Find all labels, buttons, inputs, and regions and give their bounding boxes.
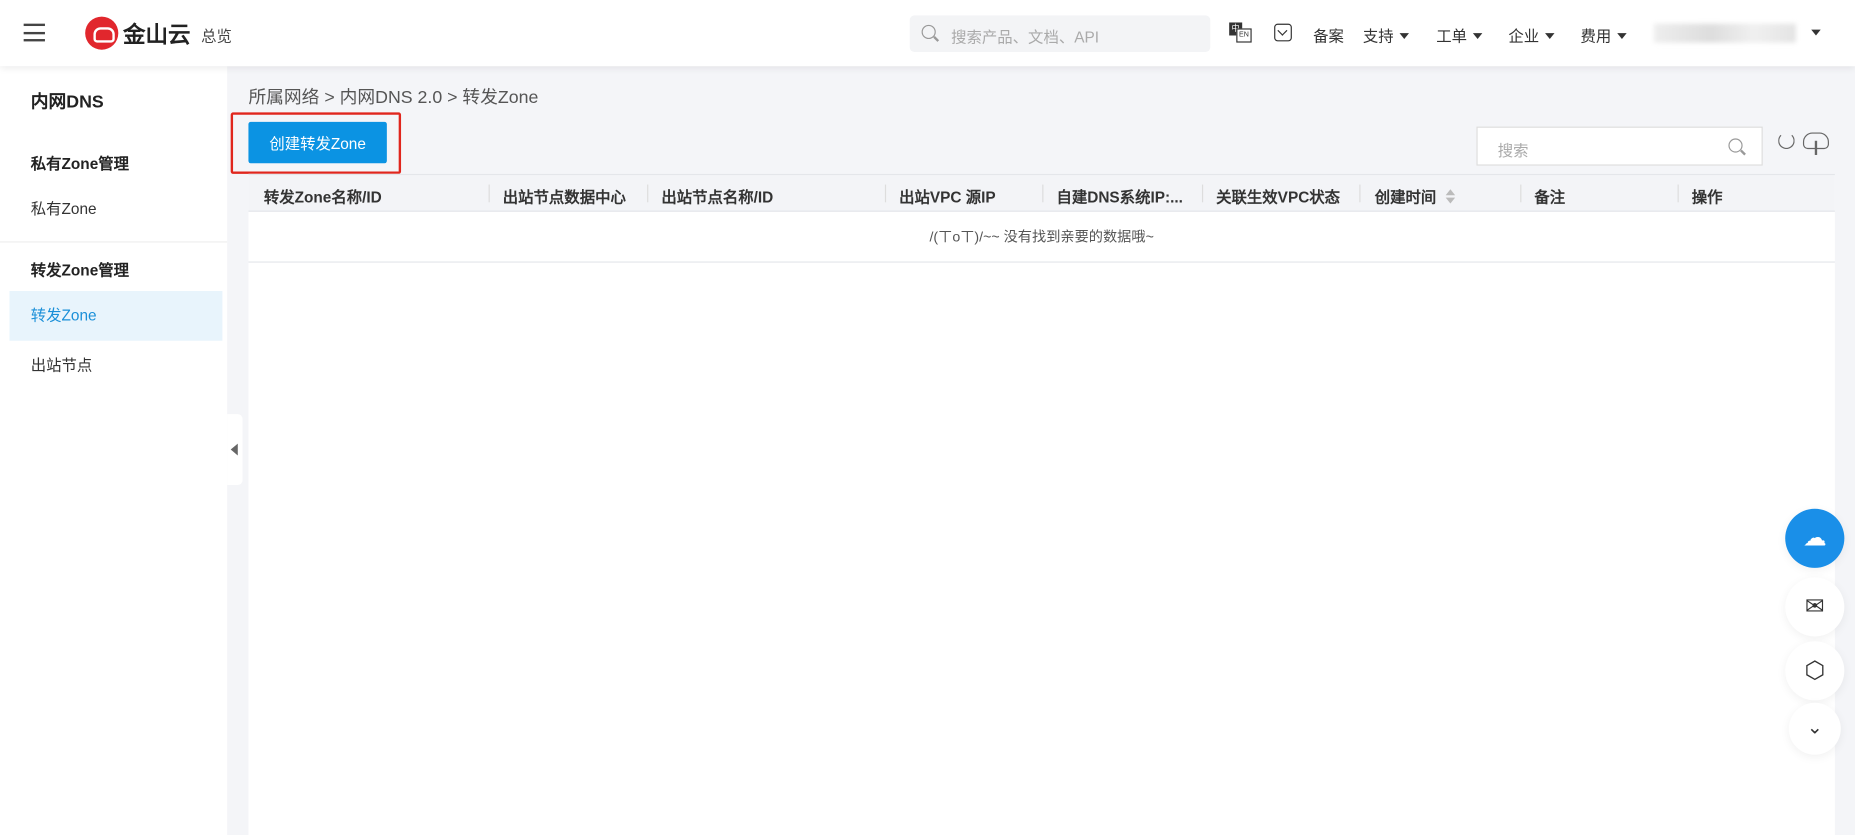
search-icon[interactable] (1728, 138, 1743, 153)
caret-down-icon (1811, 29, 1821, 36)
column-header-created-time[interactable]: 创建时间 (1374, 185, 1456, 207)
create-forward-zone-button[interactable]: 创建转发Zone (248, 121, 387, 164)
forward-zone-table: 转发Zone名称/ID 出站节点数据中心 出站节点名称/ID 出站VPC 源IP… (248, 173, 1835, 835)
cloud-download-icon[interactable] (1802, 132, 1829, 155)
nav-support[interactable]: 支持 (1362, 24, 1410, 46)
column-divider (1677, 184, 1679, 203)
message-inbox-button[interactable]: ✉ (1785, 577, 1845, 637)
collapse-sidebar-button[interactable] (227, 414, 243, 486)
sidebar-group-private-zone: 私有Zone管理 (30, 154, 130, 173)
column-header: 操作 (1691, 188, 1723, 206)
nav-beian[interactable]: 备案 (1313, 24, 1344, 46)
top-bar: 金山云 总览 搜索产品、文档、API 中EN 备案 支持 工单 企业 费用 (0, 0, 1855, 67)
kingsoft-cloud-logo-icon[interactable] (85, 16, 119, 50)
user-menu-caret[interactable] (1805, 24, 1821, 42)
column-header: 自建DNS系统IP:... (1056, 188, 1183, 206)
column-header: 备注 (1534, 188, 1566, 206)
table-search-input[interactable]: 搜索 (1476, 126, 1763, 166)
column-divider (647, 184, 649, 203)
sidebar (0, 66, 228, 835)
column-divider (1201, 184, 1204, 203)
sidebar-item-private-zone[interactable]: 私有Zone (9, 185, 222, 235)
column-header: 关联生效VPC状态 (1216, 188, 1341, 206)
nav-label: 工单 (1436, 27, 1467, 45)
chevron-down-icon: ⌄ (1806, 718, 1823, 739)
nav-ticket[interactable]: 工单 (1436, 24, 1483, 46)
nav-label: 费用 (1580, 27, 1612, 45)
column-divider (884, 184, 887, 203)
caret-down-icon (1545, 33, 1555, 40)
sidebar-group-forward-zone: 转发Zone管理 (30, 261, 130, 280)
column-header: 转发Zone名称/ID (263, 188, 382, 206)
search-placeholder: 搜索产品、文档、API (951, 28, 1100, 47)
caret-down-icon (1472, 33, 1483, 40)
inbox-icon: ✉ (1804, 593, 1825, 620)
menu-icon[interactable] (23, 23, 45, 42)
product-announcement-button[interactable]: ⬡ (1785, 641, 1845, 701)
sidebar-divider (0, 241, 228, 243)
caret-down-icon (1399, 33, 1410, 40)
column-label: 创建时间 (1374, 188, 1437, 206)
caret-down-icon (1617, 33, 1627, 40)
column-header: 出站节点名称/ID (661, 188, 774, 206)
language-switch-icon[interactable]: 中EN (1229, 22, 1253, 43)
column-divider (1042, 184, 1044, 203)
empty-state-text: /(ㄒoㄒ)/~~ 没有找到亲要的数据哦~ (248, 212, 1835, 263)
sort-icon[interactable] (1445, 189, 1456, 204)
breadcrumb: 所属网络 > 内网DNS 2.0 > 转发Zone (248, 87, 539, 108)
refresh-icon[interactable] (1778, 132, 1795, 150)
global-search-input[interactable]: 搜索产品、文档、API (909, 15, 1211, 53)
nav-label: 企业 (1508, 27, 1540, 45)
lang-en: EN (1236, 28, 1252, 43)
search-icon (921, 24, 936, 40)
column-divider (1520, 184, 1522, 203)
user-account-blurred[interactable] (1653, 23, 1796, 43)
overview-link[interactable]: 总览 (201, 24, 232, 46)
nav-label: 支持 (1362, 27, 1394, 45)
nav-billing[interactable]: 费用 (1581, 24, 1627, 46)
collapse-float-button[interactable]: ⌄ (1788, 702, 1841, 755)
sidebar-title: 内网DNS (30, 92, 104, 113)
column-header: 出站VPC 源IP (899, 188, 996, 206)
box-icon: ⬡ (1804, 657, 1826, 684)
column-divider (488, 184, 490, 203)
message-icon[interactable] (1274, 23, 1292, 42)
sidebar-item-outbound-node[interactable]: 出站节点 (9, 341, 222, 391)
nav-enterprise[interactable]: 企业 (1508, 24, 1555, 46)
table-header: 转发Zone名称/ID 出站节点数据中心 出站节点名称/ID 出站VPC 源IP… (248, 173, 1835, 212)
robot-support-icon: ☁ (1802, 525, 1827, 552)
search-placeholder: 搜索 (1497, 141, 1529, 160)
column-divider (1359, 184, 1361, 203)
column-header: 出站节点数据中心 (502, 188, 626, 206)
customer-service-button[interactable]: ☁ (1785, 508, 1845, 568)
logo-text[interactable]: 金山云 (123, 18, 190, 50)
sidebar-item-forward-zone[interactable]: 转发Zone (9, 291, 223, 341)
